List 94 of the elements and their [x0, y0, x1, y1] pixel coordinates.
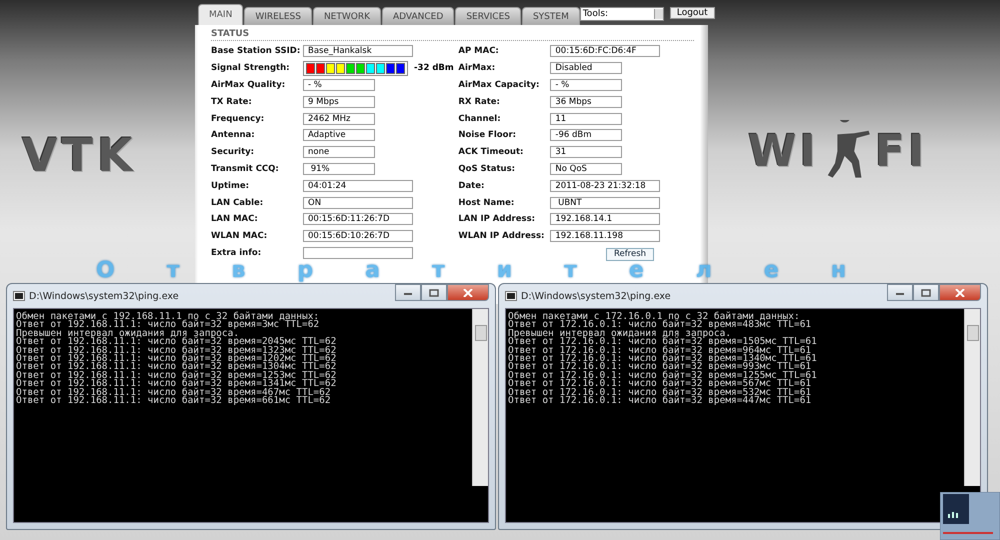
- field-label: ACK Timeout:: [458, 147, 524, 158]
- refresh-button[interactable]: Refresh: [606, 248, 654, 261]
- scrollbar[interactable]: [964, 309, 980, 486]
- value-field: 00:15:6D:11:26:7D: [303, 213, 413, 226]
- value-field: 04:01:24: [303, 180, 413, 192]
- field-label: Frequency:: [211, 114, 266, 124]
- nav-tab[interactable]: MAIN: [198, 4, 244, 25]
- close-icon: [955, 288, 965, 296]
- console-line: Превышен интервал ожидания для запроса.: [16, 330, 240, 338]
- nav-tab[interactable]: WIRELESS: [244, 7, 312, 25]
- field-label: Transmit CCQ:: [211, 164, 280, 174]
- nav-tab[interactable]: SYSTEM: [522, 7, 580, 25]
- value-field: none: [303, 146, 375, 158]
- console-line: Ответ от 172.16.0.1: число байт=32 время=1505мс TTL=61: [508, 338, 818, 347]
- value-field: 31: [550, 146, 622, 158]
- close-button[interactable]: [447, 284, 489, 301]
- value-field: - %: [303, 78, 375, 91]
- value-field: UBNT: [550, 196, 660, 209]
- value-field: 2462 MHz: [303, 112, 375, 125]
- field-label: Noise Floor:: [458, 130, 518, 140]
- console-line: Ответ от 192.168.11.1: число байт=32 время=2045мс TTL=62: [16, 338, 338, 347]
- gadget-thumbnail-icon: [940, 492, 1000, 540]
- field-label: Base Station SSID:: [211, 46, 302, 56]
- value-field: 00:15:6D:FC:D6:4F: [550, 45, 660, 58]
- caret-icon: [654, 9, 663, 19]
- field-label: WLAN IP Address:: [458, 231, 546, 242]
- nav-tab[interactable]: ADVANCED: [382, 7, 454, 25]
- field-label: TX Rate:: [211, 96, 253, 107]
- field-label: Date:: [458, 180, 486, 191]
- value-field: Base_Hankalsk: [303, 45, 413, 58]
- value-field: 36 Mbps: [550, 96, 622, 108]
- value-field: 11: [550, 112, 622, 125]
- console-line: Ответ от 172.16.0.1: число байт=32 время=483мс TTL=61: [508, 321, 812, 330]
- field-label: AP MAC:: [458, 46, 500, 56]
- desktop-logo: FI: [874, 130, 928, 179]
- value-field: ON: [303, 196, 413, 209]
- console-line: Превышен интервал ожидания для запроса.: [508, 330, 732, 338]
- value-field: - %: [550, 78, 622, 91]
- value-field: 2011-08-23 21:32:18: [550, 180, 660, 192]
- console-line: Ответ от 172.16.0.1: число байт=32 время=567мс TTL=61: [508, 380, 812, 389]
- console-line: Ответ от 192.168.11.1: число байт=32 время=1341мс TTL=62: [16, 380, 338, 389]
- console-icon: [13, 290, 25, 302]
- console-line: Ответ от 192.168.11.1: число байт=32 время=3мс TTL=62: [16, 321, 320, 330]
- close-icon: [463, 288, 473, 296]
- field-label: Antenna:: [211, 130, 256, 140]
- close-button[interactable]: [939, 284, 981, 301]
- tools-dropdown[interactable]: Tools:: [580, 7, 664, 21]
- field-label: Signal Strength:: [211, 63, 291, 74]
- value-field: No QoS: [550, 162, 622, 175]
- field-label: Channel:: [458, 114, 502, 124]
- field-label: WLAN MAC:: [211, 231, 268, 242]
- value-field: Adaptive: [303, 129, 375, 142]
- maximize-icon: [429, 288, 439, 296]
- value-field: 192.168.11.198: [550, 230, 660, 242]
- maximize-icon: [921, 288, 931, 296]
- value-field: 192.168.14.1: [550, 213, 660, 226]
- desktop-logo: VTK: [22, 128, 137, 182]
- scrollbar[interactable]: [472, 309, 488, 486]
- value-field: 00:15:6D:10:26:7D: [303, 230, 413, 242]
- console-line: Ответ от 192.168.11.1: число байт=32 время=1304мс TTL=62: [16, 363, 338, 372]
- value-field: Disabled: [550, 62, 622, 74]
- console-icon: [505, 290, 517, 302]
- section-title: STATUS: [211, 29, 694, 41]
- nav-tab[interactable]: NETWORK: [312, 7, 381, 25]
- field-label: LAN IP Address:: [458, 214, 536, 224]
- minimize-button[interactable]: [887, 284, 913, 301]
- window-title: D:\Windows\system32\ping.exe: [29, 290, 180, 302]
- overlay-caption: Отвратителен: [96, 259, 898, 282]
- field-label: AirMax:: [458, 63, 496, 74]
- console-line: Ответ от 192.168.11.1: число байт=32 время=661мс TTL=62: [16, 397, 332, 406]
- value-field: 9 Mbps: [303, 96, 375, 108]
- minimize-button[interactable]: [395, 284, 421, 301]
- nav-tab[interactable]: SERVICES: [455, 7, 521, 25]
- field-label: AirMax Capacity:: [458, 80, 540, 90]
- field-label: QoS Status:: [458, 164, 516, 174]
- maximize-button[interactable]: [421, 284, 447, 301]
- window-title: D:\Windows\system32\ping.exe: [521, 290, 672, 302]
- field-label: Security:: [211, 147, 256, 158]
- field-label: AirMax Quality:: [211, 80, 286, 90]
- field-label: LAN Cable:: [211, 198, 264, 208]
- field-label: LAN MAC:: [211, 214, 259, 224]
- maximize-button[interactable]: [913, 284, 939, 301]
- console-line: Ответ от 172.16.0.1: число байт=32 время=447мс TTL=61: [508, 397, 812, 406]
- console-line: Ответ от 172.16.0.1: число байт=32 время=993мс TTL=61: [508, 363, 812, 372]
- desktop-logo: WI: [748, 130, 819, 179]
- logout-button[interactable]: Logout: [670, 7, 715, 19]
- extra-info-dropdown[interactable]: [303, 246, 413, 259]
- signal-reading: -32 dBm: [414, 63, 454, 74]
- field-label: Uptime:: [211, 180, 250, 191]
- field-label: RX Rate:: [458, 96, 501, 107]
- field-label: Extra info:: [211, 248, 262, 258]
- value-field: -96 dBm: [550, 129, 622, 142]
- value-field: 91%: [303, 162, 375, 175]
- field-label: Host Name:: [458, 198, 516, 208]
